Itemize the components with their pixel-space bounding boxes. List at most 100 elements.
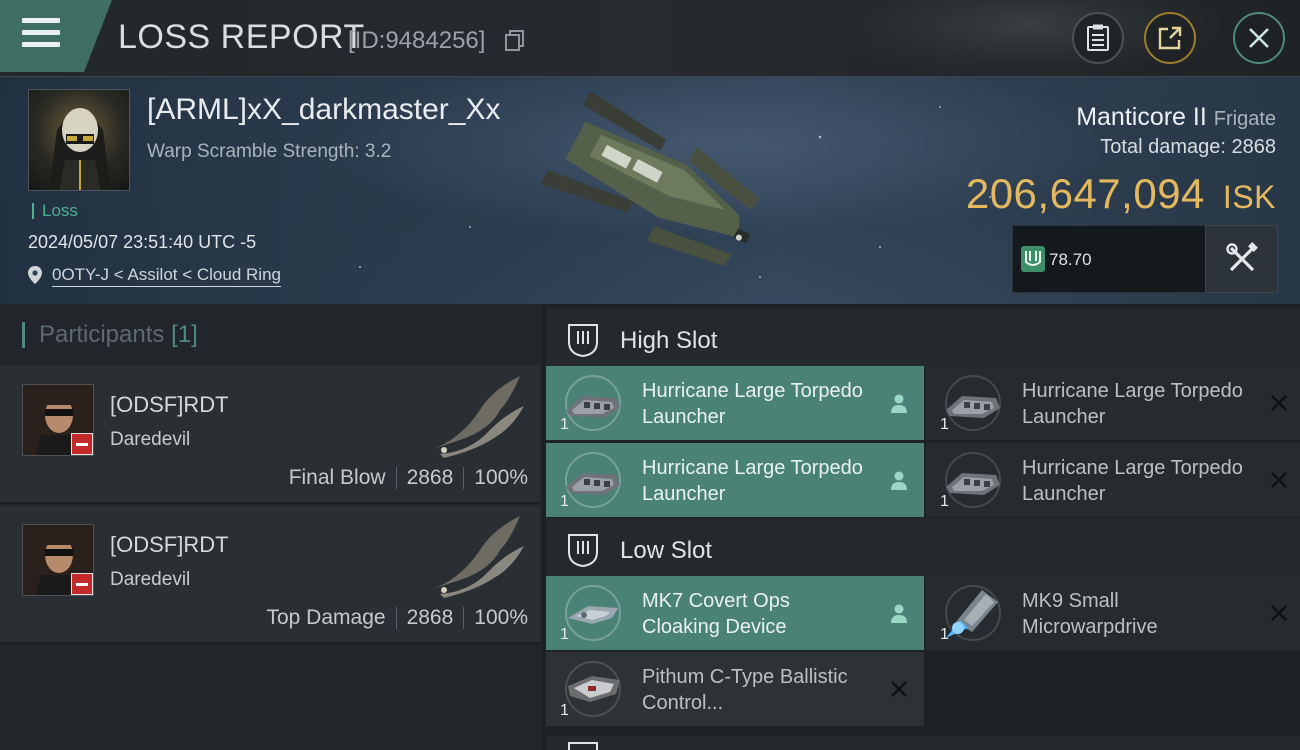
slot-item[interactable]: 1 MK9 Small Microwarpdrive: [926, 576, 1300, 650]
page-title: LOSS REPORT: [118, 18, 365, 56]
ship-stat-value: 78.70: [1049, 250, 1092, 269]
close-icon: [1271, 605, 1287, 621]
close-icon: [1249, 28, 1269, 48]
total-damage-value: 2868: [1231, 136, 1277, 158]
top-bar: LOSS REPORT [ID:9484256]: [0, 0, 1300, 80]
item-quantity: 1: [940, 626, 949, 643]
close-button[interactable]: [1233, 12, 1285, 64]
participant-percent: 100%: [474, 466, 528, 489]
participant-damage: 2868: [406, 466, 454, 489]
warp-scramble-strength: Warp Scramble Strength: 3.2: [147, 141, 392, 162]
tools-icon: [1225, 242, 1258, 272]
slot-item[interactable]: 1 Hurricane Large Torpedo Launcher: [546, 443, 924, 517]
share-icon: [1158, 26, 1182, 50]
participant-stats: Top Damage 2868 100%: [266, 606, 528, 630]
menu-icon: [22, 18, 60, 48]
participant-ship-icon: [430, 516, 524, 598]
location-link[interactable]: 0OTY-J < Assilot < Cloud Ring: [52, 265, 281, 287]
person-icon: [891, 604, 907, 623]
clipboard-icon: [1087, 24, 1109, 51]
high-slot-header: High Slot: [546, 308, 1300, 368]
ship-class: Frigate: [1213, 108, 1276, 130]
loss-status: Loss: [32, 202, 78, 219]
dropped-status: [888, 469, 910, 491]
participant-ship-icon: [430, 376, 524, 458]
participants-count: [1]: [171, 321, 198, 348]
item-quantity: 1: [560, 626, 569, 643]
participant-ship: Daredevil: [110, 429, 191, 450]
destroyed-status: [888, 678, 910, 700]
destroyed-status: [1268, 392, 1290, 414]
low-slot-icon: [568, 534, 598, 568]
participant-stats: Final Blow 2868 100%: [289, 466, 528, 490]
low-slot-label: Low Slot: [620, 537, 713, 564]
total-damage-label: Total damage:: [1100, 136, 1226, 158]
ship-name[interactable]: Manticore II Frigate: [1076, 103, 1276, 132]
destroyed-status: [1268, 469, 1290, 491]
participants-heading: Participants [1]: [22, 322, 198, 348]
person-icon: [891, 471, 907, 490]
ship-stat-icon: [1021, 246, 1045, 272]
ship-name-text: Manticore II: [1076, 103, 1207, 131]
torpedo-launcher-icon: [565, 375, 621, 431]
item-name: Hurricane Large Torpedo Launcher: [642, 457, 863, 505]
close-icon: [891, 681, 907, 697]
participant-name[interactable]: [ODSF]RDT: [110, 392, 229, 418]
torpedo-launcher-icon: [945, 375, 1001, 431]
close-icon: [1271, 395, 1287, 411]
participant-role: Final Blow: [288, 466, 386, 489]
participants-heading-label: Participants: [39, 321, 165, 348]
hostile-badge-icon: [71, 573, 93, 595]
isk-unit: ISK: [1222, 179, 1276, 215]
fitting-button[interactable]: [1205, 225, 1278, 293]
ship-stat-box: 78.70: [1012, 225, 1206, 293]
ballistic-control-icon: [565, 661, 621, 717]
fitting-panel: High Slot 1 Hurricane Large Torpedo Laun…: [542, 304, 1300, 750]
participant-row[interactable]: [ODSF]RDT Daredevil Final Blow 2868 100%: [0, 366, 540, 504]
menu-button[interactable]: [0, 0, 112, 72]
high-slot-label: High Slot: [620, 327, 718, 354]
participants-panel: Participants [1] [ODSF]RDT Daredevil Fin…: [0, 304, 542, 750]
pilot-name[interactable]: [ARML]xX_darkmaster_Xx: [147, 93, 500, 127]
slot-icon: [568, 742, 598, 750]
person-icon: [891, 394, 907, 413]
item-quantity: 1: [560, 493, 569, 510]
share-button[interactable]: [1144, 12, 1196, 64]
participant-name[interactable]: [ODSF]RDT: [110, 532, 229, 558]
dropped-status: [888, 392, 910, 414]
item-name: Pithum C-Type Ballistic Control...: [642, 666, 848, 714]
slot-item[interactable]: 1 MK7 Covert Ops Cloaking Device: [546, 576, 924, 650]
close-icon: [1271, 472, 1287, 488]
item-name: Hurricane Large Torpedo Launcher: [642, 380, 863, 428]
report-button[interactable]: [1072, 12, 1124, 64]
slot-item[interactable]: 1 Hurricane Large Torpedo Launcher: [926, 443, 1300, 517]
participant-damage: 2868: [406, 606, 454, 629]
participant-row[interactable]: [ODSF]RDT Daredevil Top Damage 2868 100%: [0, 506, 540, 644]
item-name: MK9 Small Microwarpdrive: [1022, 590, 1158, 638]
slot-item[interactable]: 1 Hurricane Large Torpedo Launcher: [926, 366, 1300, 440]
item-name: Hurricane Large Torpedo Launcher: [1022, 380, 1243, 428]
loss-report-screen: LOSS REPORT [ID:9484256] [ARML]xX_darkma…: [0, 0, 1300, 750]
cloaking-device-icon: [565, 585, 621, 641]
item-quantity: 1: [940, 416, 949, 433]
dropped-status: [888, 602, 910, 624]
pilot-portrait[interactable]: [28, 89, 130, 191]
torpedo-launcher-icon: [565, 452, 621, 508]
item-quantity: 1: [940, 493, 949, 510]
pilot-portrait-image: [49, 108, 111, 190]
slot-item[interactable]: 1 Pithum C-Type Ballistic Control...: [546, 652, 924, 726]
loss-timestamp: 2024/05/07 23:51:40 UTC -5: [28, 232, 257, 252]
slot-item[interactable]: 1 Hurricane Large Torpedo Launcher: [546, 366, 924, 440]
isk-amount: 206,647,094: [965, 170, 1205, 217]
participant-role: Top Damage: [266, 606, 386, 629]
item-quantity: 1: [560, 702, 569, 719]
copy-icon[interactable]: [505, 30, 525, 52]
participant-ship: Daredevil: [110, 569, 191, 590]
victim-header: [ARML]xX_darkmaster_Xx Warp Scramble Str…: [0, 76, 1300, 304]
hostile-badge-icon: [71, 433, 93, 455]
high-slot-icon: [568, 324, 598, 358]
total-damage: Total damage: 2868: [1100, 136, 1276, 159]
microwarpdrive-icon: [945, 585, 1001, 641]
item-name: Hurricane Large Torpedo Launcher: [1022, 457, 1243, 505]
next-slot-header: [546, 736, 1300, 750]
